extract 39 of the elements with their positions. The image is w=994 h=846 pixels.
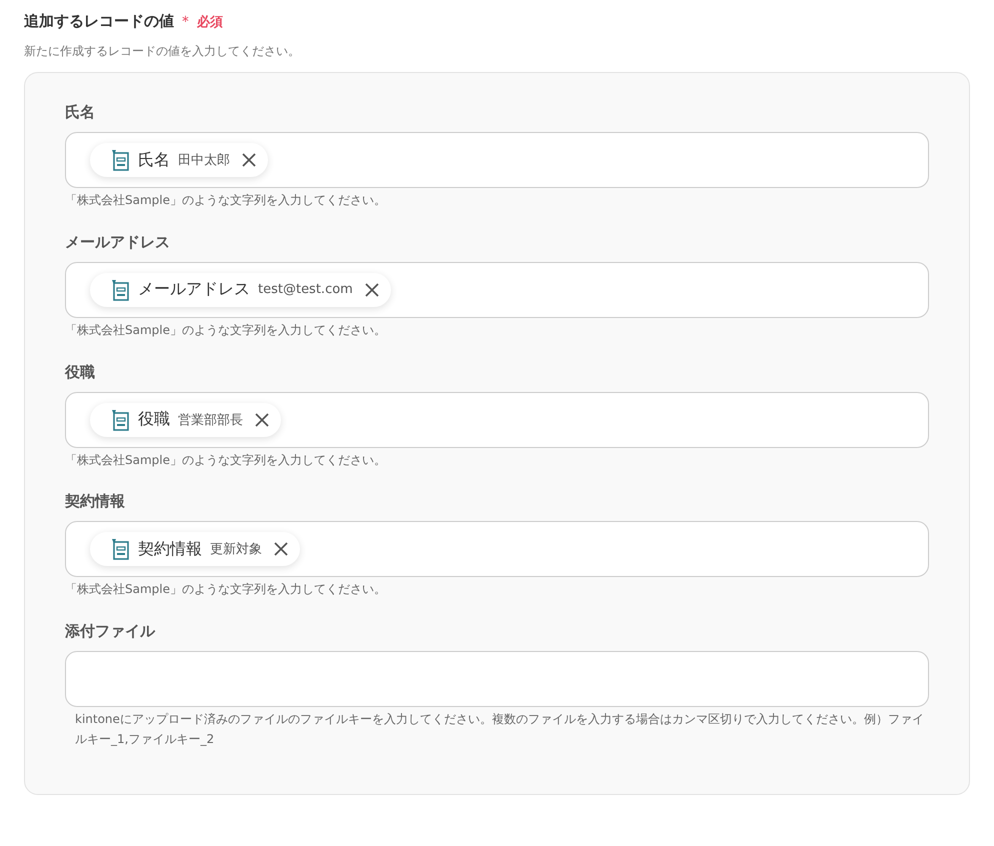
chip-value: test@test.com [258, 282, 353, 298]
document-icon [110, 538, 130, 560]
input-field[interactable]: 役職 営業部部長 [65, 392, 929, 448]
help-text: 「株式会社Sample」のような文字列を入力してください。 [65, 192, 387, 209]
variable-chip[interactable]: 契約情報 更新対象 [90, 532, 300, 566]
input-field[interactable]: メールアドレス test@test.com [65, 262, 929, 318]
help-text: 「株式会社Sample」のような文字列を入力してください。 [65, 581, 387, 598]
close-icon[interactable] [242, 153, 256, 167]
required-mark: ＊ [178, 12, 193, 31]
document-icon [110, 278, 130, 301]
document-icon [110, 408, 130, 431]
field-label: 契約情報 [65, 492, 126, 512]
chip-value: 営業部部長 [178, 412, 243, 429]
help-text: kintoneにアップロード済みのファイルのファイルキーを入力してください。複数のファイルを入力する場合はカンマ区切りで入力してください。例）ファイルキー_1,ファイルキー_2 [74, 711, 925, 748]
input-field[interactable]: 契約情報 更新対象 [65, 521, 929, 578]
document-icon [110, 149, 130, 171]
close-icon[interactable] [364, 282, 379, 297]
field-label: 役職 [65, 362, 96, 382]
field-label: 添付ファイル [65, 622, 156, 642]
variable-chip[interactable]: メールアドレス test@test.com [90, 272, 391, 307]
chip-value: 更新対象 [210, 541, 262, 558]
input-field[interactable] [65, 651, 929, 708]
field-label: メールアドレス [65, 232, 171, 252]
close-icon[interactable] [274, 542, 288, 556]
chip-name: メールアドレス [138, 279, 250, 300]
input-field[interactable]: 氏名 田中太郎 [65, 132, 929, 188]
section-title: 追加するレコードの値 [24, 12, 174, 31]
chip-value: 田中太郎 [178, 152, 230, 169]
chip-name: 契約情報 [138, 538, 202, 560]
required-label: 必須 [197, 14, 223, 30]
field-label: 氏名 [65, 103, 96, 122]
chip-name: 役職 [138, 409, 170, 430]
close-icon[interactable] [255, 412, 269, 427]
help-text: 「株式会社Sample」のような文字列を入力してください。 [65, 452, 387, 469]
help-text: 「株式会社Sample」のような文字列を入力してください。 [65, 322, 387, 339]
chip-name: 氏名 [138, 150, 170, 170]
section-description: 新たに作成するレコードの値を入力してください。 [24, 43, 301, 60]
variable-chip[interactable]: 役職 営業部部長 [90, 402, 281, 437]
variable-chip[interactable]: 氏名 田中太郎 [90, 143, 268, 177]
